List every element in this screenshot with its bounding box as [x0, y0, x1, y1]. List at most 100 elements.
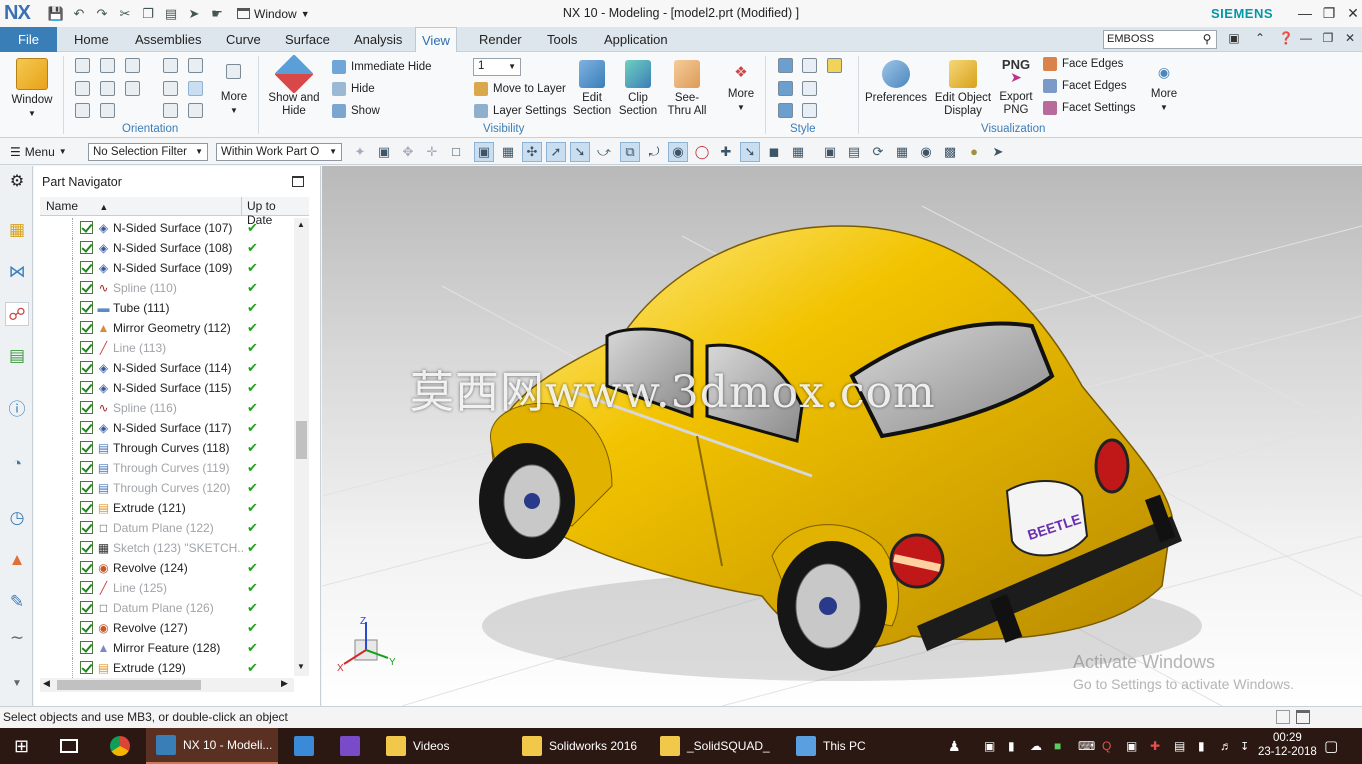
bottom-view-icon[interactable] — [75, 103, 90, 118]
face-analysis-icon[interactable] — [778, 103, 793, 118]
chrome-taskbar-button[interactable] — [110, 728, 130, 764]
refresh-icon[interactable] — [163, 103, 178, 118]
save-icon[interactable]: 💾 — [46, 5, 66, 23]
sheet-body-filter-icon[interactable]: ▦ — [498, 142, 518, 162]
visibility-checkbox[interactable] — [80, 461, 93, 474]
layer-settings-button[interactable]: Layer Settings — [474, 104, 567, 118]
window-menu[interactable]: Window ▼ — [237, 7, 310, 21]
selection-indicator-icon[interactable] — [1276, 710, 1290, 724]
right-view-icon[interactable] — [100, 81, 115, 96]
cloud-icon[interactable]: ☁ — [1030, 728, 1042, 764]
visibility-checkbox[interactable] — [80, 501, 93, 514]
visibility-checkbox[interactable] — [80, 581, 93, 594]
partially-shaded-icon[interactable] — [802, 103, 817, 118]
gear-icon[interactable]: ⚙ — [5, 170, 29, 194]
selection-filter-select[interactable]: No Selection Filter ▼ — [88, 142, 208, 161]
vertical-scrollbar[interactable]: ▲ ▼ — [294, 218, 309, 676]
scroll-thumb[interactable] — [296, 421, 307, 459]
top-view-icon[interactable] — [125, 58, 140, 73]
tab-curve[interactable]: Curve — [220, 27, 267, 52]
nvidia-icon[interactable]: ■ — [1054, 728, 1061, 764]
visibility-checkbox[interactable] — [80, 481, 93, 494]
close-doc-button[interactable]: ✕ — [1340, 31, 1360, 49]
visibility-checkbox[interactable] — [80, 641, 93, 654]
graphics-window[interactable]: BEETLE Z Y X 莫西网www.3dmox.com Activate W… — [322, 166, 1362, 706]
shaded-with-edges-icon[interactable] — [778, 58, 793, 73]
visibility-checkbox[interactable] — [80, 521, 93, 534]
navigator-row[interactable]: ▲ Mirror Geometry (112) ✔ — [40, 318, 292, 338]
navigator-row[interactable]: ▤ Through Curves (118) ✔ — [40, 438, 292, 458]
notifications-icon[interactable]: ▢ — [1324, 728, 1338, 764]
hidden-wireframe-icon[interactable] — [802, 81, 817, 96]
web-browser-icon[interactable]: ◔ — [5, 452, 29, 476]
visibility-checkbox[interactable] — [80, 401, 93, 414]
facet-settings-button[interactable]: Facet Settings — [1043, 101, 1136, 115]
search-icon[interactable]: ⚲ — [1198, 30, 1216, 49]
face-edges-button[interactable]: Face Edges — [1043, 57, 1123, 71]
navigator-row[interactable]: ◈ N-Sided Surface (109) ✔ — [40, 258, 292, 278]
window-button[interactable]: Window ▼ — [8, 58, 56, 120]
visibility-checkbox[interactable] — [80, 361, 93, 374]
display-icon[interactable]: ▣ — [1126, 728, 1137, 764]
zoom-icon[interactable] — [163, 58, 178, 73]
touch-mode-icon[interactable]: ☛ — [207, 5, 227, 23]
task-view-button[interactable] — [60, 728, 78, 764]
tab-surface[interactable]: Surface — [279, 27, 336, 52]
navigator-row[interactable]: ◈ N-Sided Surface (107) ✔ — [40, 218, 292, 238]
scroll-left-icon[interactable]: ◀ — [43, 678, 50, 689]
intersection-point-icon[interactable]: ⧉ — [620, 141, 640, 162]
visibility-checkbox[interactable] — [80, 241, 93, 254]
feature-selection-icon[interactable]: ✥ — [398, 142, 418, 162]
scroll-thumb[interactable] — [57, 680, 201, 690]
navigator-row[interactable]: ◉ Revolve (124) ✔ — [40, 558, 292, 578]
menu-button[interactable]: ☰ Menu ▼ — [10, 145, 78, 159]
export-png-button[interactable]: PNG ➤ Export PNG — [996, 58, 1036, 117]
orient-view-icon[interactable]: ▦ — [892, 142, 912, 162]
point-on-curve-icon[interactable]: ➘ — [740, 141, 760, 162]
redo-icon[interactable]: ↷ — [92, 5, 112, 23]
navigator-row[interactable]: ∿ Spline (110) ✔ — [40, 278, 292, 298]
tab-tools[interactable]: Tools — [541, 27, 583, 52]
rotate-view-icon[interactable] — [188, 81, 203, 96]
control-point-icon[interactable]: ⤻ — [594, 142, 614, 162]
videos-taskbar-button[interactable]: Videos — [386, 728, 449, 764]
front-view-icon[interactable] — [100, 58, 115, 73]
back-view-icon[interactable] — [100, 103, 115, 118]
existing-point-icon[interactable]: ✚ — [716, 142, 736, 162]
solidsquad-taskbar-button[interactable]: _SolidSQUAD_ — [660, 728, 770, 764]
orientation-more-button[interactable]: More ▼ — [218, 64, 250, 117]
cut-icon[interactable]: ✂ — [115, 5, 135, 23]
hide-button[interactable]: Hide — [332, 82, 375, 96]
see-thru-all-button[interactable]: See-Thru All — [664, 60, 710, 118]
navigator-row[interactable]: ▤ Through Curves (119) ✔ — [40, 458, 292, 478]
edit-work-section-icon[interactable]: ▩ — [940, 142, 960, 162]
navigator-row[interactable]: ╱ Line (113) ✔ — [40, 338, 292, 358]
work-layer-select[interactable]: 1 ▼ — [473, 58, 521, 76]
tray-app-icon[interactable]: ▣ — [984, 728, 995, 764]
fit-view-icon[interactable] — [75, 58, 90, 73]
visibility-checkbox[interactable] — [80, 261, 93, 274]
immediate-hide-button[interactable]: Immediate Hide — [332, 60, 432, 74]
assembly-navigator-icon[interactable]: ▦ — [5, 218, 29, 242]
this-pc-taskbar-button[interactable]: This PC — [796, 728, 866, 764]
clip-section-button[interactable]: Clip Section — [617, 60, 659, 118]
tangent-point-icon[interactable]: ◯ — [692, 142, 712, 162]
copy-icon[interactable]: ❐ — [138, 5, 158, 23]
end-point-icon[interactable]: ➚ — [546, 141, 566, 162]
minimize-doc-button[interactable]: — — [1296, 31, 1316, 49]
file-tab[interactable]: File — [0, 27, 57, 52]
move-to-layer-button[interactable]: Move to Layer — [474, 82, 566, 96]
horizontal-scrollbar[interactable]: ◀ ▶ — [40, 678, 294, 692]
process-studio-icon[interactable]: ▲ — [5, 548, 29, 572]
snap-point-icon[interactable]: ✣ — [522, 141, 542, 162]
tab-render[interactable]: Render — [473, 27, 528, 52]
tab-view[interactable]: View — [415, 27, 457, 53]
visualization-more-button[interactable]: ◉ More ▼ — [1147, 65, 1181, 114]
visibility-checkbox[interactable] — [80, 341, 93, 354]
column-name[interactable]: Name ▲ — [46, 199, 108, 213]
visibility-checkbox[interactable] — [80, 621, 93, 634]
visibility-more-button[interactable]: ❖ More ▼ — [724, 65, 758, 114]
visibility-checkbox[interactable] — [80, 281, 93, 294]
rectangle-select-icon[interactable]: □ — [446, 142, 466, 162]
language-icon[interactable]: ↧ — [1240, 728, 1249, 764]
